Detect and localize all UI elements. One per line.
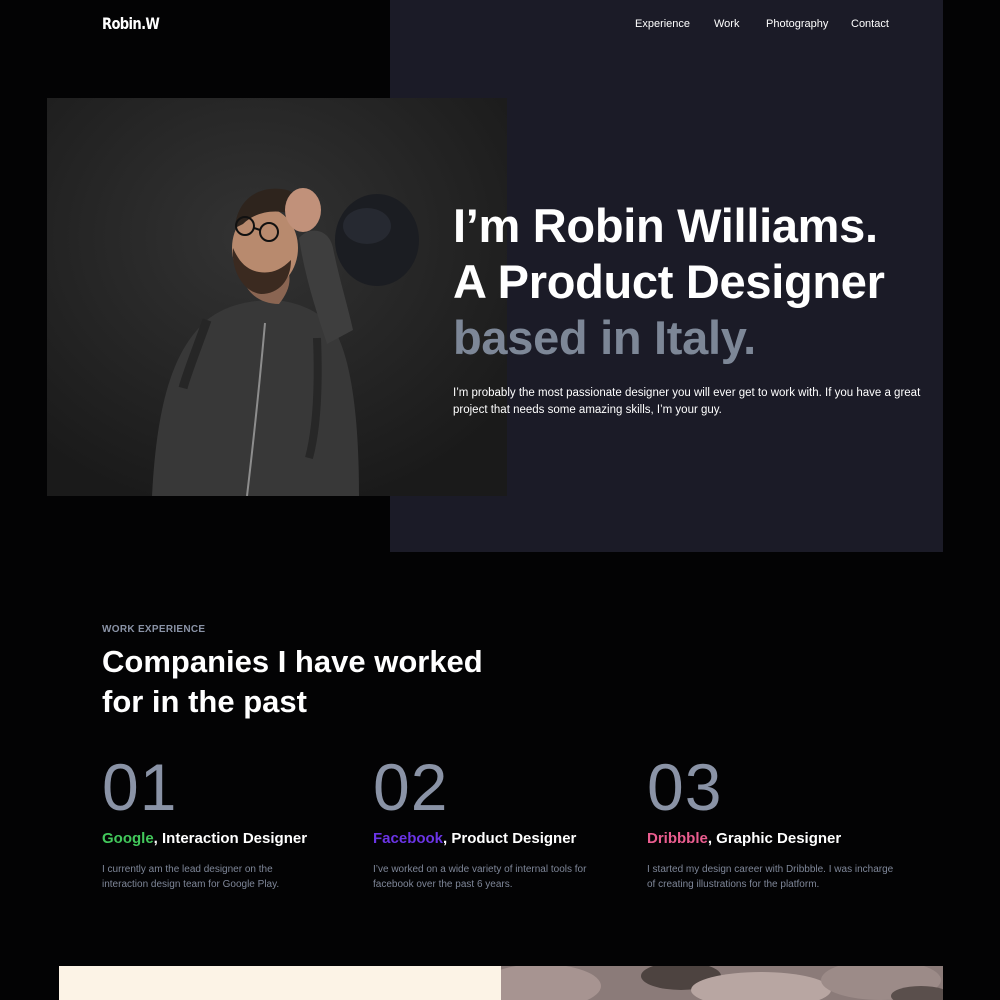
job-card-dribbble: 03 Dribbble, Graphic Designer I started …: [647, 750, 917, 892]
section-heading: Companies I have worked for in the past: [102, 642, 483, 722]
job-card-facebook: 02 Facebook, Product Designer I’ve worke…: [373, 750, 643, 892]
job-card-google: 01 Google, Interaction Designer I curren…: [102, 750, 372, 892]
hero-intro: I’m probably the most passionate designe…: [453, 385, 923, 418]
job-title: Google, Interaction Designer: [102, 830, 372, 847]
nav-link-work[interactable]: Work: [714, 18, 739, 30]
job-role: , Interaction Designer: [153, 830, 308, 847]
job-company[interactable]: Facebook: [373, 830, 443, 847]
job-company[interactable]: Google: [102, 830, 154, 847]
job-number: 02: [373, 750, 449, 824]
next-section-image: [501, 966, 943, 1000]
job-description-line: I’ve worked on a wide variety of interna…: [373, 864, 587, 875]
section-label: WORK EXPERIENCE: [102, 624, 206, 635]
job-role: , Product Designer: [443, 830, 577, 847]
profile-photo-image: [47, 98, 507, 496]
hero-intro-line: I’m probably the most passionate designe…: [453, 387, 921, 399]
hero-heading-location: based in Italy.: [453, 311, 756, 364]
job-description-line: facebook over the past 6 years.: [373, 879, 513, 890]
hero-heading-name: I’m Robin Williams.: [453, 199, 878, 252]
job-description: I currently am the lead designer on the …: [102, 862, 372, 892]
site-logo[interactable]: Robin.W: [102, 14, 160, 33]
nav-link-contact[interactable]: Contact: [851, 18, 889, 30]
profile-photo: [47, 98, 507, 496]
job-description-line: I currently am the lead designer on the: [102, 864, 273, 875]
hero-heading: I’m Robin Williams. A Product Designer b…: [453, 198, 885, 366]
job-title: Dribbble, Graphic Designer: [647, 830, 917, 847]
portfolio-page: Robin.W Experience Work Photography Cont…: [0, 0, 1000, 1000]
section-heading-line: for in the past: [102, 684, 307, 719]
job-description: I started my design career with Dribbble…: [647, 862, 917, 892]
blossom-image: [501, 966, 943, 1000]
job-description-line: I started my design career with Dribbble…: [647, 864, 894, 875]
job-description: I’ve worked on a wide variety of interna…: [373, 862, 643, 892]
job-role: , Graphic Designer: [707, 830, 842, 847]
section-heading-line: Companies I have worked: [102, 644, 483, 679]
job-number: 01: [102, 750, 178, 824]
nav-link-photography[interactable]: Photography: [766, 18, 828, 30]
job-title: Facebook, Product Designer: [373, 830, 643, 847]
hero-heading-role: A Product Designer: [453, 255, 885, 308]
job-company[interactable]: Dribbble: [647, 830, 708, 847]
job-description-line: interaction design team for Google Play.: [102, 879, 280, 890]
hero-intro-line: project that needs some amazing skills, …: [453, 403, 722, 416]
next-section-panel: [59, 966, 501, 1000]
job-description-line: of creating illustrations for the platfo…: [647, 879, 820, 890]
job-number: 03: [647, 750, 723, 824]
nav-link-experience[interactable]: Experience: [635, 18, 690, 30]
